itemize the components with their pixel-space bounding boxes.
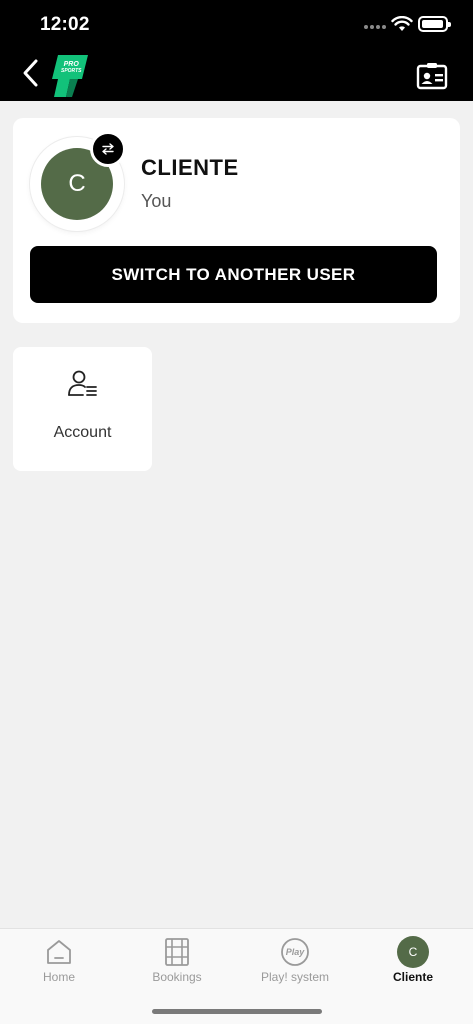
home-icon: [42, 935, 76, 969]
bookings-icon: [160, 935, 194, 969]
user-list-icon: [68, 370, 97, 396]
switch-user-button[interactable]: SWITCH TO ANOTHER USER: [30, 246, 437, 303]
nav-play-system[interactable]: Play Play! system: [236, 929, 354, 991]
battery-icon: [418, 16, 451, 32]
account-tile[interactable]: Account: [13, 347, 152, 471]
logo-text: PRO SPORTS: [61, 61, 81, 75]
swap-arrows-icon: [102, 143, 114, 155]
wifi-icon: [391, 16, 413, 31]
nav-avatar: C: [397, 936, 429, 968]
nav-home-label: Home: [42, 970, 75, 984]
pro-sports-logo: [52, 55, 88, 97]
nav-cliente-label: Cliente: [392, 970, 433, 984]
back-icon[interactable]: [18, 58, 46, 88]
nav-home[interactable]: Home: [0, 929, 118, 991]
nav-bookings[interactable]: Bookings: [118, 929, 236, 991]
play-icon: Play: [278, 935, 312, 969]
nav-play-label: Play! system: [260, 970, 329, 984]
profile-card: C CLIENTE You SWITCH TO ANOTHER USER: [13, 118, 460, 323]
id-card-icon[interactable]: [416, 62, 448, 90]
logo-text-top: PRO: [63, 61, 79, 68]
nav-bookings-label: Bookings: [152, 970, 202, 984]
logo-text-bottom: SPORTS: [61, 68, 82, 74]
nav-avatar-wrap: C: [396, 935, 430, 969]
profile-subtitle: You: [141, 191, 172, 211]
home-indicator: [152, 1009, 322, 1014]
swap-user-button[interactable]: [90, 131, 126, 167]
top-bar: 12:02 PRO SPORTS: [0, 0, 473, 101]
nav-cliente[interactable]: C Cliente: [354, 929, 472, 991]
status-time: 12:02: [40, 14, 90, 35]
play-icon-text: Play: [286, 947, 306, 957]
account-label: Account: [53, 424, 112, 441]
signal-icon: [364, 25, 386, 29]
profile-name: CLIENTE: [141, 155, 239, 180]
